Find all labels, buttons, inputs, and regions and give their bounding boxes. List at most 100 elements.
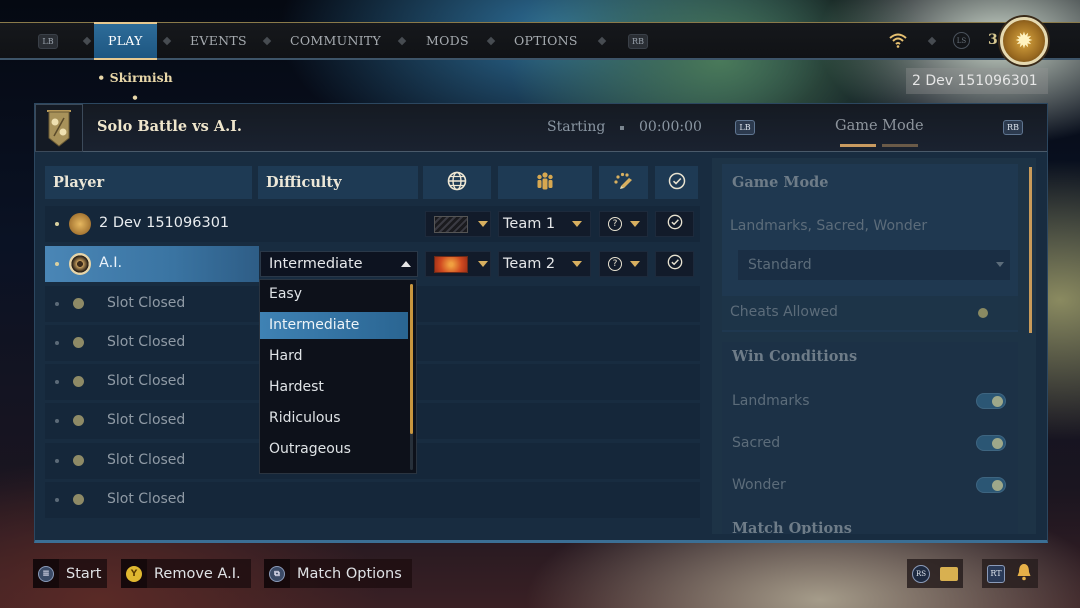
ai-name: A.I. <box>99 255 123 271</box>
column-header-player: Player <box>45 166 252 199</box>
slot-closed-icon <box>73 376 84 387</box>
game-mode-scrollbar[interactable] <box>1029 167 1032 333</box>
difficulty-option-hard[interactable]: Hard <box>260 343 408 370</box>
closed-slot-row[interactable]: Slot Closed <box>45 403 253 438</box>
color-icon <box>613 172 635 194</box>
match-options-button[interactable]: ⧉ Match Options <box>264 559 412 588</box>
difficulty-select[interactable]: Intermediate <box>260 251 418 277</box>
row-bullet <box>55 302 59 306</box>
team-value: Team 2 <box>503 256 556 272</box>
profile-emblem[interactable]: ✹ <box>1000 17 1048 65</box>
row-bullet <box>55 262 59 266</box>
nav-tab-play[interactable]: PLAY <box>94 22 157 60</box>
nav-separator <box>82 36 92 46</box>
cheats-toggle-off[interactable] <box>978 308 988 318</box>
rs-hint-button[interactable]: RS <box>907 559 935 588</box>
nav-tab-mods[interactable]: MODS <box>426 33 469 48</box>
team-icon <box>535 171 555 195</box>
lobby-header: Solo Battle vs A.I. Starting 00:00:00 LB… <box>35 104 1047 152</box>
ai-row[interactable]: A.I. <box>45 246 253 281</box>
difficulty-option-intermediate[interactable]: Intermediate <box>260 312 408 339</box>
sun-icon: ✹ <box>1014 28 1034 54</box>
status-separator <box>620 126 624 130</box>
rb-bumper-hint[interactable]: RB <box>628 34 648 49</box>
wifi-icon <box>888 32 908 52</box>
cheats-allowed-row[interactable]: Cheats Allowed <box>722 296 1018 330</box>
game-mode-select[interactable]: Standard <box>738 250 1010 280</box>
chevron-down-icon <box>572 261 582 267</box>
closed-slot-row[interactable]: Slot Closed <box>45 443 253 478</box>
lobby-title: Solo Battle vs A.I. <box>97 118 242 135</box>
nav-tab-options[interactable]: OPTIONS <box>514 33 578 48</box>
tab-game-mode[interactable]: Game Mode <box>835 118 924 134</box>
chevron-up-icon <box>401 261 411 267</box>
toggle-knob <box>992 480 1003 491</box>
difficulty-option-outrageous[interactable]: Outrageous <box>260 436 408 463</box>
nav-tab-events[interactable]: EVENTS <box>190 33 247 48</box>
view-button-icon: ⧉ <box>264 559 290 588</box>
closed-slot-row[interactable]: Slot Closed <box>45 364 253 399</box>
closed-slot-row[interactable]: Slot Closed <box>45 482 253 517</box>
dropdown-scrollbar[interactable] <box>410 284 413 470</box>
check-icon <box>668 172 686 194</box>
left-stick-hint[interactable]: LS <box>953 32 970 49</box>
color-select[interactable]: ? <box>599 211 648 237</box>
wonder-toggle[interactable] <box>976 477 1006 493</box>
banner-icon <box>35 104 83 152</box>
menu-button-icon: ≡ <box>33 559 59 588</box>
column-header-civilization <box>423 166 491 199</box>
column-header-difficulty: Difficulty <box>258 166 418 199</box>
win-condition-wonder-label: Wonder <box>732 477 786 493</box>
ai-avatar-icon <box>69 253 91 275</box>
match-options-label: Match Options <box>297 565 402 582</box>
nav-separator <box>262 36 272 46</box>
win-conditions-heading: Win Conditions <box>732 348 858 365</box>
sacred-toggle[interactable] <box>976 435 1006 451</box>
nav-separator <box>927 36 937 46</box>
player-name: 2 Dev 151096301 <box>99 215 230 231</box>
landmarks-toggle[interactable] <box>976 393 1006 409</box>
closed-slot-row[interactable]: Slot Closed <box>45 325 253 360</box>
slot-closed-icon <box>73 494 84 505</box>
menu-glyph: ≡ <box>38 565 54 582</box>
nav-separator <box>486 36 496 46</box>
tab-indicator <box>882 144 918 147</box>
nav-separator <box>162 36 172 46</box>
remove-ai-button[interactable]: Y Remove A.I. <box>121 559 251 588</box>
game-mode-next-tab-hint[interactable]: RB <box>1003 120 1023 135</box>
chat-button[interactable] <box>935 559 963 588</box>
nav-tab-community[interactable]: COMMUNITY <box>290 33 381 48</box>
game-mode-prev-tab-hint[interactable]: LB <box>735 120 755 135</box>
civ-select[interactable] <box>425 251 491 277</box>
start-label: Start <box>66 565 102 582</box>
check-icon <box>667 254 683 274</box>
start-button[interactable]: ≡ Start <box>33 559 107 588</box>
row-bullet <box>55 222 59 226</box>
civ-select[interactable] <box>425 211 491 237</box>
notifications-button[interactable] <box>1010 559 1038 588</box>
color-select[interactable]: ? <box>599 251 648 277</box>
rt-hint-button[interactable]: RT <box>982 559 1010 588</box>
y-glyph: Y <box>126 565 142 582</box>
slot-label: Slot Closed <box>107 412 186 428</box>
lobby-timer: 00:00:00 <box>639 119 702 135</box>
ready-status[interactable] <box>655 251 694 277</box>
ready-status[interactable] <box>655 211 694 237</box>
team-select[interactable]: Team 2 <box>498 251 591 277</box>
sub-nav-skirmish[interactable]: • Skirmish • <box>92 68 178 105</box>
difficulty-option-hardest[interactable]: Hardest <box>260 374 408 401</box>
top-nav-bar: LB PLAY EVENTS COMMUNITY MODS OPTIONS RB… <box>0 22 1080 60</box>
closed-slot-row[interactable]: Slot Closed <box>45 286 253 321</box>
dropdown-scrollbar-thumb[interactable] <box>410 284 413 434</box>
difficulty-option-easy[interactable]: Easy <box>260 281 408 308</box>
row-bullet <box>55 498 59 502</box>
lb-bumper-hint[interactable]: LB <box>38 34 58 49</box>
question-icon: ? <box>608 257 622 271</box>
chevron-down-icon <box>996 262 1004 267</box>
player-row[interactable]: 2 Dev 151096301 <box>45 206 253 241</box>
difficulty-option-ridiculous[interactable]: Ridiculous <box>260 405 408 432</box>
team-select[interactable]: Team 1 <box>498 211 591 237</box>
slot-closed-icon <box>73 415 84 426</box>
slot-label: Slot Closed <box>107 295 186 311</box>
civ-flag-dark <box>434 215 468 233</box>
